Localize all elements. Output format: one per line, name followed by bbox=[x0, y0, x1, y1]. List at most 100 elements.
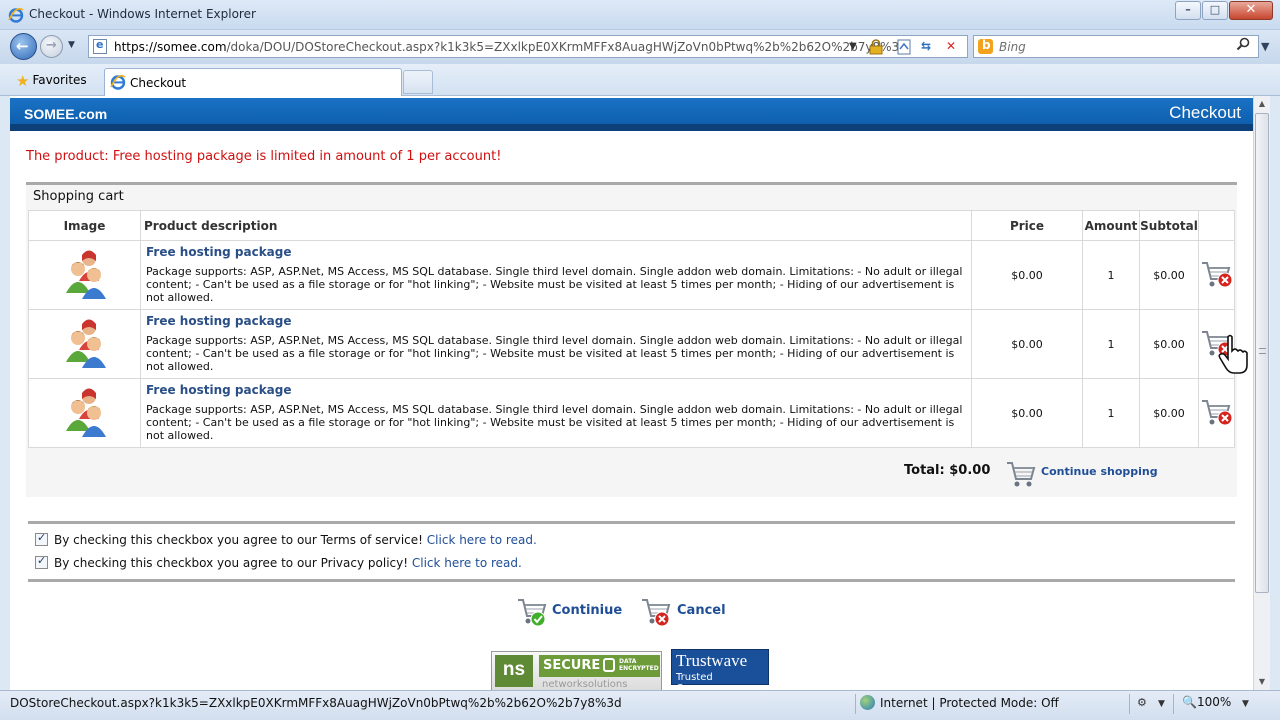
search-options-dropdown-icon[interactable]: ▼ bbox=[1261, 40, 1269, 53]
window-titlebar: Checkout - Windows Internet Explorer – □… bbox=[0, 0, 1280, 30]
zoom-level[interactable]: 🔍100% bbox=[1182, 695, 1231, 709]
product-description-cell: Free hosting package Package supports: A… bbox=[140, 240, 972, 310]
address-bar[interactable]: https://somee.com/doka/DOU/DOStoreChecko… bbox=[88, 35, 968, 58]
data-encrypted-text: DATA ENCRYPTED bbox=[619, 658, 659, 672]
compatibility-view-icon[interactable] bbox=[897, 39, 911, 58]
stop-icon[interactable]: ✕ bbox=[946, 39, 956, 53]
column-header-image: Image bbox=[28, 210, 141, 241]
cancel-button[interactable]: Cancel bbox=[640, 594, 726, 631]
privacy-policy-row: By checking this checkbox you agree to o… bbox=[35, 554, 522, 570]
trustwave-seal[interactable]: Trustwave Trusted Commerce bbox=[671, 649, 769, 690]
ie-page-icon bbox=[110, 74, 126, 90]
cart-cancel-icon bbox=[642, 599, 671, 627]
forward-button[interactable]: → bbox=[40, 35, 63, 58]
header-underline bbox=[10, 124, 1253, 131]
search-placeholder[interactable]: Bing bbox=[999, 40, 1026, 54]
scrollbar-thumb[interactable] bbox=[1255, 113, 1269, 593]
secure-banner: SECURE DATA ENCRYPTED bbox=[539, 655, 660, 677]
globe-icon bbox=[860, 695, 875, 710]
product-image-cell bbox=[28, 240, 141, 310]
hand-cursor-icon bbox=[1218, 334, 1248, 374]
search-box[interactable]: Bing bbox=[973, 35, 1259, 58]
window-frame-right bbox=[1270, 96, 1280, 690]
product-name-link[interactable]: Free hosting package bbox=[146, 315, 966, 328]
users-group-icon bbox=[65, 319, 106, 368]
subtotal-cell: $0.00 bbox=[1139, 240, 1199, 310]
maximize-button[interactable]: □ bbox=[1202, 1, 1228, 20]
subtotal-cell: $0.00 bbox=[1139, 309, 1199, 379]
search-icon[interactable] bbox=[1236, 37, 1250, 55]
page-icon bbox=[93, 38, 107, 54]
maximize-icon: □ bbox=[1209, 3, 1221, 16]
status-separator bbox=[855, 694, 856, 714]
lock-icon[interactable] bbox=[869, 39, 883, 58]
address-url[interactable]: https://somee.com/doka/DOU/DOStoreChecko… bbox=[114, 40, 907, 54]
tab-checkout[interactable]: Checkout bbox=[104, 68, 402, 96]
security-zone[interactable]: Internet | Protected Mode: Off bbox=[860, 695, 1059, 710]
price-cell: $0.00 bbox=[971, 240, 1083, 310]
product-description: Package supports: ASP, ASP.Net, MS Acces… bbox=[146, 403, 963, 442]
shopping-cart-icon[interactable] bbox=[1005, 457, 1037, 491]
privacy-policy-link[interactable]: Click here to read. bbox=[412, 556, 522, 570]
continue-button[interactable]: Continiue bbox=[516, 594, 622, 631]
zoom-dropdown-icon[interactable]: ▼ bbox=[1242, 699, 1249, 709]
page-title: Checkout bbox=[1169, 103, 1241, 122]
limit-alert: The product: Free hosting package is lim… bbox=[26, 149, 502, 164]
cart-row: Free hosting package Package supports: A… bbox=[28, 240, 1235, 310]
scroll-down-icon[interactable]: ▼ bbox=[1254, 674, 1270, 690]
cart-row: Free hosting package Package supports: A… bbox=[28, 378, 1235, 448]
navigation-bar: ← → ▼ https://somee.com/doka/DOU/DOStore… bbox=[0, 30, 1280, 64]
site-brand[interactable]: SOMEE.com bbox=[24, 106, 107, 122]
zoom-icon: 🔍 bbox=[1182, 695, 1197, 709]
amount-cell: 1 bbox=[1082, 240, 1140, 310]
vertical-scrollbar[interactable]: ▲ ▼ bbox=[1253, 96, 1270, 690]
status-text: DOStoreCheckout.aspx?k1k3k5=ZXxlkpE0XKrm… bbox=[10, 696, 622, 710]
column-header-remove bbox=[1198, 210, 1235, 241]
address-dropdown-icon[interactable]: ▼ bbox=[849, 41, 857, 52]
trustwave-name: Trustwave bbox=[676, 651, 748, 670]
status-bar: DOStoreCheckout.aspx?k1k3k5=ZXxlkpE0XKrm… bbox=[0, 690, 1280, 720]
continue-label[interactable]: Continiue bbox=[552, 603, 622, 618]
shopping-cart: Shopping cart Image Product description … bbox=[26, 182, 1237, 497]
amount-cell: 1 bbox=[1082, 378, 1140, 448]
product-name-link[interactable]: Free hosting package bbox=[146, 246, 966, 259]
product-image-cell bbox=[28, 378, 141, 448]
status-separator bbox=[1129, 694, 1130, 714]
remove-item-button[interactable] bbox=[1198, 378, 1235, 448]
new-tab-button[interactable] bbox=[403, 70, 433, 94]
minimize-button[interactable]: – bbox=[1175, 1, 1201, 20]
scroll-up-icon[interactable]: ▲ bbox=[1254, 96, 1270, 112]
cart-remove-icon[interactable] bbox=[1200, 257, 1234, 291]
protected-mode-icon[interactable]: ⚙ bbox=[1137, 696, 1147, 709]
privacy-policy-text: By checking this checkbox you agree to o… bbox=[54, 556, 412, 570]
terms-of-service-link[interactable]: Click here to read. bbox=[427, 533, 537, 547]
protected-mode-dropdown-icon[interactable]: ▼ bbox=[1158, 699, 1165, 709]
cart-checkmark-icon bbox=[518, 599, 547, 627]
cancel-label[interactable]: Cancel bbox=[677, 603, 726, 618]
network-solutions-seal[interactable]: ns SECURE DATA ENCRYPTED networksolution… bbox=[491, 651, 662, 690]
product-description: Package supports: ASP, ASP.Net, MS Acces… bbox=[146, 265, 963, 304]
favorites-button[interactable]: ★ Favorites bbox=[10, 68, 95, 92]
cart-remove-icon[interactable] bbox=[1200, 395, 1234, 429]
product-description-cell: Free hosting package Package supports: A… bbox=[140, 309, 972, 379]
refresh-icon[interactable]: ⇆ bbox=[921, 39, 931, 53]
column-header-description: Product description bbox=[140, 210, 972, 241]
product-name-link[interactable]: Free hosting package bbox=[146, 384, 966, 397]
users-group-icon bbox=[65, 250, 106, 299]
users-group-icon bbox=[65, 388, 106, 437]
favorites-bar: ★ Favorites Checkout bbox=[0, 64, 1280, 96]
terms-divider-bottom bbox=[28, 579, 1235, 582]
back-button[interactable]: ← bbox=[10, 33, 37, 60]
remove-item-button[interactable] bbox=[1198, 240, 1235, 310]
terms-divider-top bbox=[28, 521, 1235, 524]
recent-pages-dropdown-icon[interactable]: ▼ bbox=[68, 40, 75, 50]
close-window-button[interactable]: ✕ bbox=[1229, 1, 1273, 20]
product-description-cell: Free hosting package Package supports: A… bbox=[140, 378, 972, 448]
privacy-policy-checkbox[interactable] bbox=[35, 554, 48, 569]
continue-shopping-link[interactable]: Continue shopping bbox=[1041, 465, 1158, 478]
product-description: Package supports: ASP, ASP.Net, MS Acces… bbox=[146, 334, 963, 373]
page-content: SOMEE.com Checkout The product: Free hos… bbox=[10, 96, 1253, 690]
column-header-price: Price bbox=[971, 210, 1083, 241]
tab-label: Checkout bbox=[130, 76, 187, 90]
terms-of-service-checkbox[interactable] bbox=[35, 531, 48, 546]
